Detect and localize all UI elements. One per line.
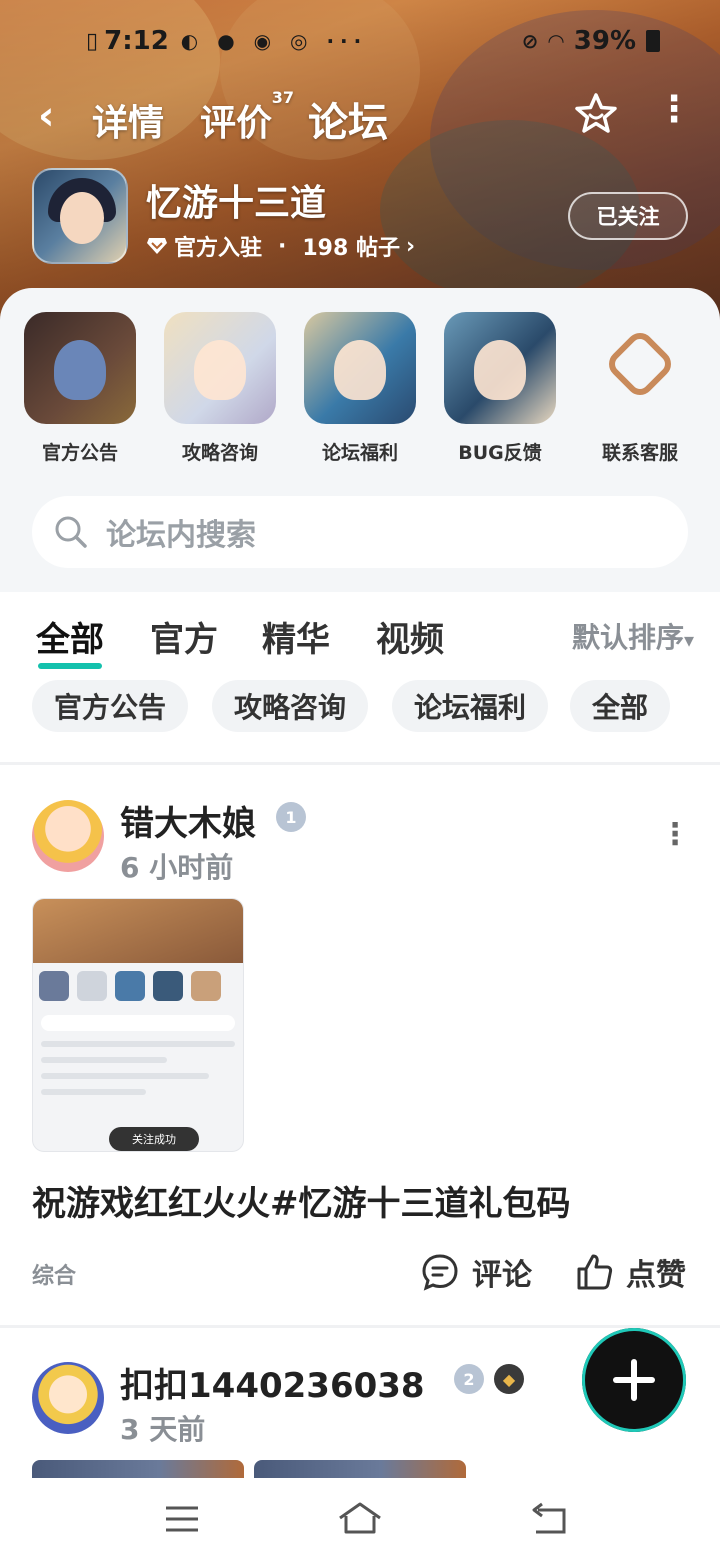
filter-tabs: 全部 官方 精华 视频 默认排序▾ <box>0 612 720 669</box>
board-strategy[interactable]: 攻略咨询 <box>164 312 276 465</box>
board-label: 官方公告 <box>41 442 118 464</box>
level-badge: 2 <box>454 1364 484 1394</box>
tab-reviews[interactable]: 评价 37 <box>200 88 294 146</box>
notification-icons: ◐ ● ◉ ◎ ··· <box>180 29 368 53</box>
plus-icon <box>613 1359 655 1401</box>
post-author[interactable]: 扣扣1440236038 <box>120 1358 425 1407</box>
app-meta[interactable]: 官方入驻 · 198 帖子 › <box>146 230 415 262</box>
mute-icon: ⊘ <box>521 29 539 53</box>
tab-active-underline <box>38 663 102 669</box>
chip-all[interactable]: 全部 <box>570 680 671 732</box>
post-time: 6 小时前 <box>120 851 234 884</box>
board-thumbnail <box>24 312 136 424</box>
post-time: 3 天前 <box>120 1413 206 1446</box>
post-author[interactable]: 错大木娘 <box>120 796 256 845</box>
board-official-announcement[interactable]: 官方公告 <box>24 312 136 465</box>
board-panel: 官方公告 攻略咨询 论坛福利 BUG反馈 联系客服 论坛内搜索 <box>0 288 720 592</box>
board-shortcuts: 官方公告 攻略咨询 论坛福利 BUG反馈 联系客服 <box>0 312 720 465</box>
sim-icon: ▯ <box>86 28 99 54</box>
app-icon[interactable] <box>32 168 128 264</box>
system-nav-bar <box>0 1478 720 1560</box>
back-nav-icon[interactable] <box>526 1498 574 1540</box>
like-label: 点赞 <box>626 1258 686 1293</box>
chip-strategy[interactable]: 攻略咨询 <box>212 680 369 732</box>
app-info: 忆游十三道 官方入驻 · 198 帖子 › 已关注 <box>32 168 688 264</box>
battery-icon <box>646 30 660 52</box>
board-thumbnail <box>304 312 416 424</box>
board-thumbnail <box>164 312 276 424</box>
filter-tab-all[interactable]: 全部 <box>36 612 104 669</box>
category-chips: 官方公告 攻略咨询 论坛福利 全部 <box>32 680 720 732</box>
posts-count: 198 帖子 <box>302 236 400 261</box>
more-options-icon[interactable]: ⋮ <box>656 92 692 128</box>
sort-dropdown[interactable]: 默认排序▾ <box>572 616 694 656</box>
battery-level: 39% <box>573 26 636 56</box>
post-image[interactable] <box>254 1460 466 1480</box>
board-bug-report[interactable]: BUG反馈 <box>444 312 556 465</box>
comment-icon <box>422 1254 458 1291</box>
filter-tab-label: 全部 <box>36 620 104 660</box>
board-thumbnail <box>584 312 696 424</box>
status-bar: ▯ 7:12 ◐ ● ◉ ◎ ··· ⊘ ◠ 39% <box>86 24 660 58</box>
avatar[interactable] <box>32 1362 104 1434</box>
wifi-icon: ◠ <box>548 29 564 53</box>
tab-forum-label: 论坛 <box>308 100 388 146</box>
search-input[interactable]: 论坛内搜索 <box>32 496 688 568</box>
status-time: 7:12 <box>104 26 169 56</box>
comment-label: 评论 <box>472 1258 532 1293</box>
avatar[interactable] <box>32 800 104 872</box>
back-icon[interactable]: ‹ <box>38 96 54 136</box>
meta-separator: · <box>278 233 287 259</box>
board-label: 联系客服 <box>601 442 678 464</box>
achievement-badge-icon: ◆ <box>494 1364 524 1394</box>
like-button[interactable]: 点赞 <box>574 1250 686 1294</box>
thumbs-up-icon <box>577 1254 613 1290</box>
divider <box>0 1325 720 1328</box>
heart-diamond-icon <box>147 238 167 254</box>
chip-welfare[interactable]: 论坛福利 <box>392 680 549 732</box>
post-category-tag: 综合 <box>32 1264 77 1289</box>
level-badge: 1 <box>276 802 306 832</box>
board-welfare[interactable]: 论坛福利 <box>304 312 416 465</box>
tab-details[interactable]: 详情 <box>92 94 164 146</box>
filter-tab-official[interactable]: 官方 <box>150 612 218 661</box>
board-label: 攻略咨询 <box>181 442 258 464</box>
sort-label: 默认排序 <box>571 621 684 654</box>
tab-forum[interactable]: 论坛 <box>306 90 392 148</box>
filter-tab-video[interactable]: 视频 <box>376 612 444 661</box>
post-more-icon[interactable]: ⋮ <box>660 820 690 850</box>
divider <box>0 762 720 765</box>
screenshot-toast: 关注成功 <box>109 1127 199 1151</box>
post-title[interactable]: 祝游戏红红火火#忆游十三道礼包码 <box>32 1176 571 1225</box>
menu-icon[interactable] <box>158 1498 206 1540</box>
chevron-right-icon: › <box>405 233 416 259</box>
new-post-button[interactable] <box>582 1328 686 1432</box>
post-image[interactable] <box>32 1460 244 1480</box>
home-icon[interactable] <box>336 1498 384 1540</box>
search-icon <box>55 516 87 548</box>
board-thumbnail <box>444 312 556 424</box>
tab-reviews-label: 评价 <box>200 103 273 144</box>
board-label: 论坛福利 <box>321 442 398 464</box>
board-label: BUG反馈 <box>458 442 542 464</box>
official-label: 官方入驻 <box>174 236 263 261</box>
caret-down-icon: ▾ <box>683 628 694 652</box>
app-name: 忆游十三道 <box>146 183 327 224</box>
search-placeholder: 论坛内搜索 <box>106 518 256 553</box>
post-image[interactable]: 关注成功 <box>32 898 244 1152</box>
reviews-count: 37 <box>271 88 295 107</box>
chip-official-announcement[interactable]: 官方公告 <box>32 680 189 732</box>
follow-button[interactable]: 已关注 <box>568 192 688 240</box>
comment-button[interactable]: 评论 <box>420 1250 532 1294</box>
board-customer-service[interactable]: 联系客服 <box>584 312 696 465</box>
favorite-star-icon[interactable] <box>574 92 618 136</box>
top-nav: ‹ 详情 评价 37 论坛 ⋮ <box>0 88 720 148</box>
filter-tab-featured[interactable]: 精华 <box>262 612 330 661</box>
